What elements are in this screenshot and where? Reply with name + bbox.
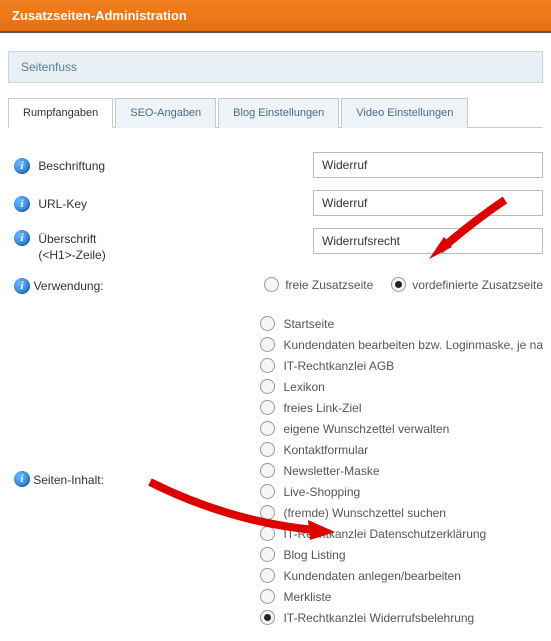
radio-row-seiteninhalt-12: Kundendaten anlegen/bearbeiten <box>260 567 543 585</box>
sub-bar-label: Seitenfuss <box>21 60 77 74</box>
radio-label: Kundendaten bearbeiten bzw. Loginmaske, … <box>283 338 543 352</box>
label-urlkey: URL-Key <box>38 193 263 213</box>
radio-label: Blog Listing <box>283 548 345 562</box>
page-title: Zusatzseiten-Administration <box>12 8 187 23</box>
radio-row-seiteninhalt-6: Kontaktformular <box>260 441 543 459</box>
radio-seiteninhalt-10[interactable] <box>260 526 275 541</box>
info-icon[interactable]: i <box>14 158 30 174</box>
label-ueberschrift: Überschrift (<H1>-Zeile) <box>38 228 263 263</box>
radio-row-seiteninhalt-11: Blog Listing <box>260 546 543 564</box>
radio-seiteninhalt-8[interactable] <box>260 484 275 499</box>
row-verwendung: i Verwendung: freie Zusatzseite vordefini… <box>8 269 543 301</box>
radio-verwendung-0[interactable] <box>264 277 279 292</box>
radio-label: eigene Wunschzettel verwalten <box>283 422 449 436</box>
form-area: i Beschriftung i URL-Key i Überschrift (… <box>0 128 551 641</box>
page-header: Zusatzseiten-Administration <box>0 0 551 33</box>
info-icon[interactable]: i <box>14 471 30 487</box>
radio-label: Startseite <box>283 317 334 331</box>
seiteninhalt-radio-group: Startseite Kundendaten bearbeiten bzw. Lo… <box>260 313 543 627</box>
radio-row-seiteninhalt-7: Newsletter-Maske <box>260 462 543 480</box>
radio-row-seiteninhalt-8: Live-Shopping <box>260 483 543 501</box>
radio-seiteninhalt-5[interactable] <box>260 421 275 436</box>
radio-seiteninhalt-11[interactable] <box>260 547 275 562</box>
radio-label: freie Zusatzseite <box>285 278 373 292</box>
input-urlkey[interactable] <box>313 190 543 216</box>
radio-label: IT-Rechtkanzlei Datenschutzerklärung <box>283 527 486 541</box>
radio-seiteninhalt-2[interactable] <box>260 358 275 373</box>
sub-bar: Seitenfuss <box>8 51 543 83</box>
radio-label: (fremde) Wunschzettel suchen <box>283 506 446 520</box>
radio-row-seiteninhalt-9: (fremde) Wunschzettel suchen <box>260 504 543 522</box>
radio-seiteninhalt-3[interactable] <box>260 379 275 394</box>
row-urlkey: i URL-Key <box>8 184 543 222</box>
radio-label: Merkliste <box>283 590 331 604</box>
radio-label: vordefinierte Zusatzseite <box>412 278 543 292</box>
radio-label: Kontaktformular <box>283 443 368 457</box>
tab-strip: RumpfangabenSEO-AngabenBlog Einstellunge… <box>8 97 543 128</box>
radio-seiteninhalt-13[interactable] <box>260 589 275 604</box>
radio-label: Kundendaten anlegen/bearbeiten <box>283 569 461 583</box>
tab-1[interactable]: SEO-Angaben <box>115 98 216 128</box>
radio-row-seiteninhalt-3: Lexikon <box>260 378 543 396</box>
radio-seiteninhalt-0[interactable] <box>260 316 275 331</box>
radio-row-seiteninhalt-2: IT-Rechtkanzlei AGB <box>260 357 543 375</box>
label-beschriftung: Beschriftung <box>38 155 263 175</box>
radio-seiteninhalt-9[interactable] <box>260 505 275 520</box>
radio-seiteninhalt-1[interactable] <box>260 337 275 352</box>
radio-label: freies Link-Ziel <box>283 401 361 415</box>
radio-seiteninhalt-12[interactable] <box>260 568 275 583</box>
info-icon[interactable]: i <box>14 278 30 294</box>
radio-row-seiteninhalt-5: eigene Wunschzettel verwalten <box>260 420 543 438</box>
radio-row-seiteninhalt-0: Startseite <box>260 315 543 333</box>
radio-seiteninhalt-6[interactable] <box>260 442 275 457</box>
tab-2[interactable]: Blog Einstellungen <box>218 98 339 128</box>
row-seiteninhalt: i Seiten-Inhalt: Startseite Kundendaten b… <box>8 307 543 633</box>
radio-label: Newsletter-Maske <box>283 464 379 478</box>
radio-row-seiteninhalt-1: Kundendaten bearbeiten bzw. Loginmaske, … <box>260 336 543 354</box>
radio-seiteninhalt-14[interactable] <box>260 610 275 625</box>
radio-seiteninhalt-4[interactable] <box>260 400 275 415</box>
radio-label: Live-Shopping <box>283 485 360 499</box>
verwendung-radio-group: freie Zusatzseite vordefinierte Zusatzsei… <box>264 277 543 292</box>
radio-label: IT-Rechtkanzlei Widerrufsbelehrung <box>283 611 474 625</box>
label-verwendung: Verwendung: <box>34 275 215 295</box>
row-ueberschrift: i Überschrift (<H1>-Zeile) <box>8 222 543 269</box>
row-beschriftung: i Beschriftung <box>8 146 543 184</box>
radio-label: Lexikon <box>283 380 324 394</box>
input-ueberschrift[interactable] <box>313 228 543 254</box>
info-icon[interactable]: i <box>14 230 30 246</box>
tab-3[interactable]: Video Einstellungen <box>341 98 468 128</box>
radio-label: IT-Rechtkanzlei AGB <box>283 359 394 373</box>
radio-row-seiteninhalt-4: freies Link-Ziel <box>260 399 543 417</box>
input-beschriftung[interactable] <box>313 152 543 178</box>
tab-0[interactable]: Rumpfangaben <box>8 98 113 128</box>
radio-verwendung-1[interactable] <box>391 277 406 292</box>
info-icon[interactable]: i <box>14 196 30 212</box>
radio-row-seiteninhalt-10: IT-Rechtkanzlei Datenschutzerklärung <box>260 525 543 543</box>
label-seiteninhalt: Seiten-Inhalt: <box>33 313 210 489</box>
radio-seiteninhalt-7[interactable] <box>260 463 275 478</box>
radio-row-seiteninhalt-14: IT-Rechtkanzlei Widerrufsbelehrung <box>260 609 543 627</box>
radio-row-seiteninhalt-13: Merkliste <box>260 588 543 606</box>
